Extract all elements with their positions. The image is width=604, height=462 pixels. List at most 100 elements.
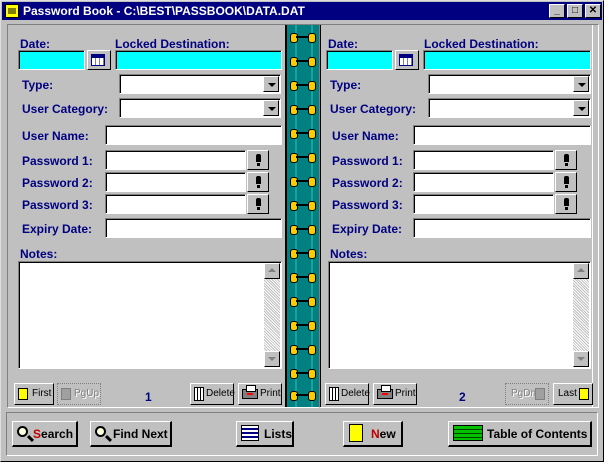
locked-destination-label: Locked Destination: <box>115 37 230 51</box>
password2-reveal-button[interactable] <box>247 172 269 192</box>
left-print-button[interactable]: Print <box>238 383 282 405</box>
right-page: Date: Locked Destination: Type: User Cat… <box>319 24 599 408</box>
last-page-icon <box>579 388 589 400</box>
scroll-down-icon[interactable] <box>264 351 280 367</box>
scroll-down-icon[interactable] <box>573 351 589 367</box>
window-title: Password Book - C:\BEST\PASSBOOK\DATA.DA… <box>23 4 305 18</box>
user-category-select[interactable] <box>119 98 281 118</box>
right-page-number: 2 <box>459 390 466 404</box>
magnifier-icon <box>17 426 28 437</box>
date-field[interactable] <box>18 50 85 70</box>
notes-scrollbar[interactable] <box>264 263 280 367</box>
chevron-down-icon[interactable] <box>263 100 279 116</box>
calendar-button[interactable] <box>395 50 419 70</box>
binder-ring-icon <box>290 295 316 307</box>
exclamation-icon <box>564 154 569 166</box>
maximize-button[interactable]: □ <box>567 4 583 18</box>
password1-reveal-button[interactable] <box>555 150 577 170</box>
date-label: Date: <box>20 37 51 51</box>
table-of-contents-button[interactable]: Table of Contents <box>448 421 592 447</box>
binder-ring-icon <box>290 389 316 401</box>
right-delete-button[interactable]: Delete <box>325 383 370 405</box>
binder-ring-icon <box>290 103 316 115</box>
user-category-select[interactable] <box>428 98 591 118</box>
bottom-toolbar: Search Find Next Lists New Table of Cont… <box>6 412 598 456</box>
last-page-button[interactable]: Last <box>553 383 593 405</box>
password1-reveal-button[interactable] <box>247 150 269 170</box>
user-name-field[interactable] <box>105 125 282 145</box>
expiry-date-field[interactable] <box>105 218 282 238</box>
scroll-up-icon[interactable] <box>573 263 589 279</box>
calendar-icon <box>399 54 413 66</box>
right-print-button[interactable]: Print <box>373 383 417 405</box>
notes-textarea[interactable] <box>328 261 591 369</box>
exclamation-icon <box>256 198 261 210</box>
binder-ring-icon <box>290 271 316 283</box>
minimize-button[interactable]: _ <box>549 4 565 18</box>
notes-scrollbar[interactable] <box>573 263 589 367</box>
password2-reveal-button[interactable] <box>555 172 577 192</box>
locked-destination-label: Locked Destination: <box>424 37 539 51</box>
expiry-date-label: Expiry Date: <box>332 222 403 236</box>
password1-field[interactable] <box>105 150 246 170</box>
title-bar[interactable]: Password Book - C:\BEST\PASSBOOK\DATA.DA… <box>2 2 602 20</box>
app-book-icon[interactable] <box>5 4 19 18</box>
binder-ring-icon <box>290 151 316 163</box>
list-icon <box>241 425 259 441</box>
chevron-down-icon[interactable] <box>263 76 279 92</box>
binder-ring-icon <box>290 343 316 355</box>
password2-field[interactable] <box>413 172 554 192</box>
password3-field[interactable] <box>105 194 246 214</box>
calendar-button[interactable] <box>87 50 111 70</box>
password2-field[interactable] <box>105 172 246 192</box>
close-button[interactable]: ✕ <box>585 4 601 18</box>
password-book-window: Password Book - C:\BEST\PASSBOOK\DATA.DA… <box>0 0 604 462</box>
password1-field[interactable] <box>413 150 554 170</box>
new-button-label: ew <box>379 427 396 441</box>
notes-textarea[interactable] <box>18 261 282 369</box>
password3-reveal-button[interactable] <box>555 194 577 214</box>
user-name-label: User Name: <box>22 129 89 143</box>
expiry-date-label: Expiry Date: <box>22 222 93 236</box>
user-name-label: User Name: <box>332 129 399 143</box>
password1-label: Password 1: <box>332 154 403 168</box>
find-next-button[interactable]: Find Next <box>90 421 172 447</box>
expiry-date-field[interactable] <box>413 218 591 238</box>
binder-ring-icon <box>290 247 316 259</box>
left-page-number: 1 <box>145 390 152 404</box>
chevron-down-icon[interactable] <box>573 100 589 116</box>
table-of-contents-label: Table of Contents <box>487 427 588 441</box>
trash-icon <box>194 387 204 401</box>
type-label: Type: <box>330 78 362 92</box>
find-next-label: Find Next <box>113 427 168 441</box>
type-select[interactable] <box>119 74 281 94</box>
binder-ring-icon <box>290 31 316 43</box>
password3-field[interactable] <box>413 194 554 214</box>
binder-spine <box>285 25 321 407</box>
notes-label: Notes: <box>330 247 368 261</box>
search-button[interactable]: Search <box>12 421 78 447</box>
new-page-icon <box>349 424 363 442</box>
trash-icon <box>329 387 339 401</box>
binder-ring-icon <box>290 223 316 235</box>
left-delete-button[interactable]: Delete <box>190 383 235 405</box>
date-field[interactable] <box>326 50 393 70</box>
type-select[interactable] <box>428 74 591 94</box>
scroll-up-icon[interactable] <box>264 263 280 279</box>
user-category-label: User Category: <box>22 102 109 116</box>
notes-label: Notes: <box>20 247 58 261</box>
lists-button[interactable]: Lists <box>236 421 294 447</box>
password3-reveal-button[interactable] <box>247 194 269 214</box>
locked-destination-field[interactable] <box>115 50 282 70</box>
lists-label: Lists <box>264 427 293 441</box>
page-down-button[interactable]: PgDn <box>505 383 549 405</box>
new-button[interactable]: New <box>343 421 403 447</box>
password2-label: Password 2: <box>22 176 93 190</box>
user-name-field[interactable] <box>413 125 591 145</box>
locked-destination-field[interactable] <box>423 50 591 70</box>
binder-ring-icon <box>290 199 316 211</box>
binder-ring-icon <box>290 55 316 67</box>
chevron-down-icon[interactable] <box>573 76 589 92</box>
first-page-button[interactable]: First <box>14 383 54 405</box>
page-up-button[interactable]: PgUp <box>57 383 101 405</box>
